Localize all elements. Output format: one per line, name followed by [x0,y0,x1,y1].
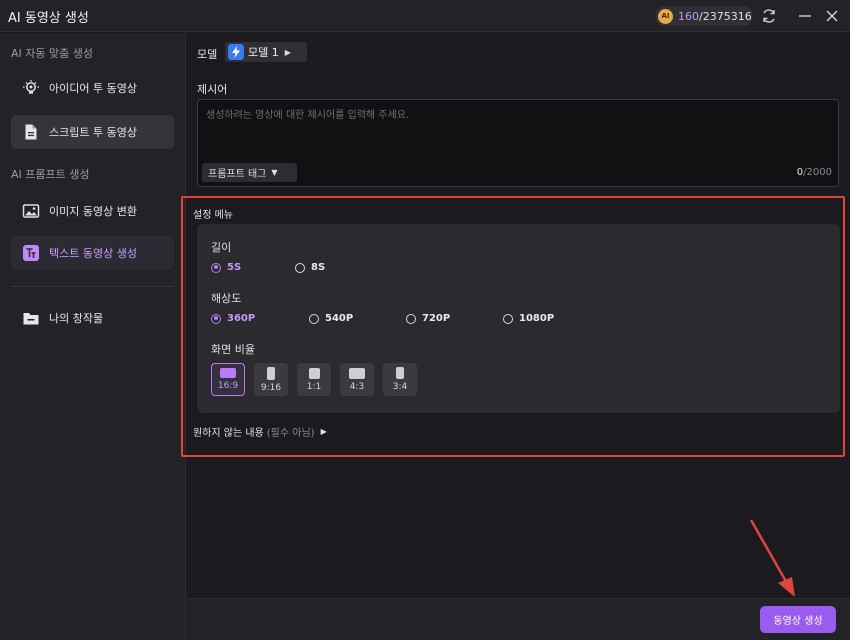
resolution-option-label: 360P [227,313,256,324]
generate-video-button[interactable]: 동영상 생성 [760,606,836,633]
sidebar-item-my-creations[interactable]: 나의 창작물 [11,301,174,335]
image-icon [21,201,41,221]
resolution-option-label: 540P [325,313,354,324]
coin-icon: AI [658,8,673,24]
bulb-icon [21,78,41,98]
portrait-icon [396,367,404,379]
resolution-option-540p[interactable]: 540P [309,313,353,324]
credit-balance[interactable]: AI 160 /2375316 [655,6,753,26]
sidebar-item-text-to-video[interactable]: 텍스트 동영상 생성 [11,236,174,270]
radio-icon [503,313,513,324]
folder-icon [21,308,41,328]
negative-prompt-toggle[interactable]: 원하지 않는 내용 (필수 아님) ▶ [193,424,327,439]
optional-hint: (필수 아님) [266,428,315,439]
aspect-option-16-9[interactable]: 16:9 [211,363,245,396]
caret-right-icon: ▶ [320,427,327,436]
aspect-option-label: 9:16 [260,382,282,393]
credit-total: /2375316 [699,9,752,23]
aspect-option-4-3[interactable]: 4:3 [340,363,374,396]
resolution-option-label: 1080P [519,313,555,324]
settings-highlight-frame: 설정 메뉴 길이 5S 8S 해상도 360P 540P 720P 1080P … [181,196,845,457]
portrait-icon [267,366,275,380]
text-icon [21,243,41,263]
sidebar-section-prompt: AI 프롬프트 생성 [11,168,90,181]
landscape-icon [220,368,236,378]
settings-panel: 길이 5S 8S 해상도 360P 540P 720P 1080P 화면 비율 … [197,224,840,413]
sidebar-item-label: 텍스트 동영상 생성 [49,247,137,260]
resolution-label: 해상도 [211,292,242,305]
duration-option-8s[interactable]: 8S [295,262,325,273]
prompt-tag-button[interactable]: 프롬프트 태그 ▼ [202,163,297,182]
aspect-option-label: 3:4 [392,382,408,392]
aspect-option-label: 4:3 [349,381,365,392]
main-panel: 모델 모델 1 ▶ 제시어 프롬프트 태그 ▼ 0/2000 설정 메뉴 길이 … [181,33,850,598]
duration-option-label: 5S [227,262,242,273]
radio-selected-icon [211,262,221,273]
lightning-icon [228,44,244,60]
sidebar-item-idea-to-video[interactable]: 아이디어 투 동영상 [11,71,174,105]
aspect-option-label: 16:9 [217,381,239,391]
resolution-option-label: 720P [422,313,451,324]
aspect-option-label: 1:1 [306,381,322,392]
aspect-option-3-4[interactable]: 3:4 [383,363,417,396]
caret-down-icon: ▼ [271,168,278,177]
resolution-option-360p[interactable]: 360P [211,313,255,324]
sidebar-divider [11,286,174,287]
sidebar-item-label: 나의 창작물 [49,312,104,325]
sidebar-section-auto: AI 자동 맞춤 생성 [11,47,93,60]
settings-title: 설정 메뉴 [193,210,233,221]
sidebar-item-script-to-video[interactable]: 스크립트 투 동영상 [11,115,174,149]
radio-icon [309,313,319,324]
document-icon [21,122,41,142]
close-icon[interactable] [823,7,841,25]
char-count: 0/2000 [797,167,832,178]
char-count-max: /2000 [803,167,832,178]
sidebar-item-label: 스크립트 투 동영상 [49,126,137,139]
credit-used: 160 [678,9,699,23]
model-label: 모델 [197,48,218,61]
duration-option-label: 8S [311,262,326,273]
landscape-icon [349,367,365,379]
prompt-box: 프롬프트 태그 ▼ 0/2000 [197,99,839,187]
duration-option-5s[interactable]: 5S [211,262,241,273]
title-bar: AI 동영상 생성 AI 160 /2375316 [0,0,850,32]
aspect-option-1-1[interactable]: 1:1 [297,363,331,396]
caret-right-icon: ▶ [284,47,291,57]
square-icon [308,367,320,379]
model-selector[interactable]: 모델 1 ▶ [225,42,307,62]
radio-icon [406,313,416,324]
app-title: AI 동영상 생성 [8,11,89,26]
aspect-option-9-16[interactable]: 9:16 [254,363,288,396]
resolution-option-720p[interactable]: 720P [406,313,450,324]
duration-label: 길이 [211,241,232,254]
negative-prompt-label: 원하지 않는 내용 [193,428,264,439]
aspect-label: 화면 비율 [211,343,255,356]
sidebar: AI 자동 맞춤 생성 아이디어 투 동영상 스크립트 투 동영상 AI 프롬프… [0,33,186,640]
sidebar-item-label: 아이디어 투 동영상 [49,82,137,95]
model-value: 모델 1 [248,46,279,59]
prompt-label: 제시어 [197,83,228,96]
radio-icon [295,262,305,273]
footer-bar: 동영상 생성 [187,598,850,640]
prompt-tag-label: 프롬프트 태그 [208,169,267,180]
sidebar-item-label: 이미지 동영상 변환 [49,205,137,218]
minimize-icon[interactable] [796,7,814,25]
refresh-icon[interactable] [760,7,778,25]
resolution-option-1080p[interactable]: 1080P [503,313,554,324]
prompt-input[interactable] [198,100,838,158]
radio-selected-icon [211,313,221,324]
sidebar-item-image-to-video[interactable]: 이미지 동영상 변환 [11,194,174,228]
